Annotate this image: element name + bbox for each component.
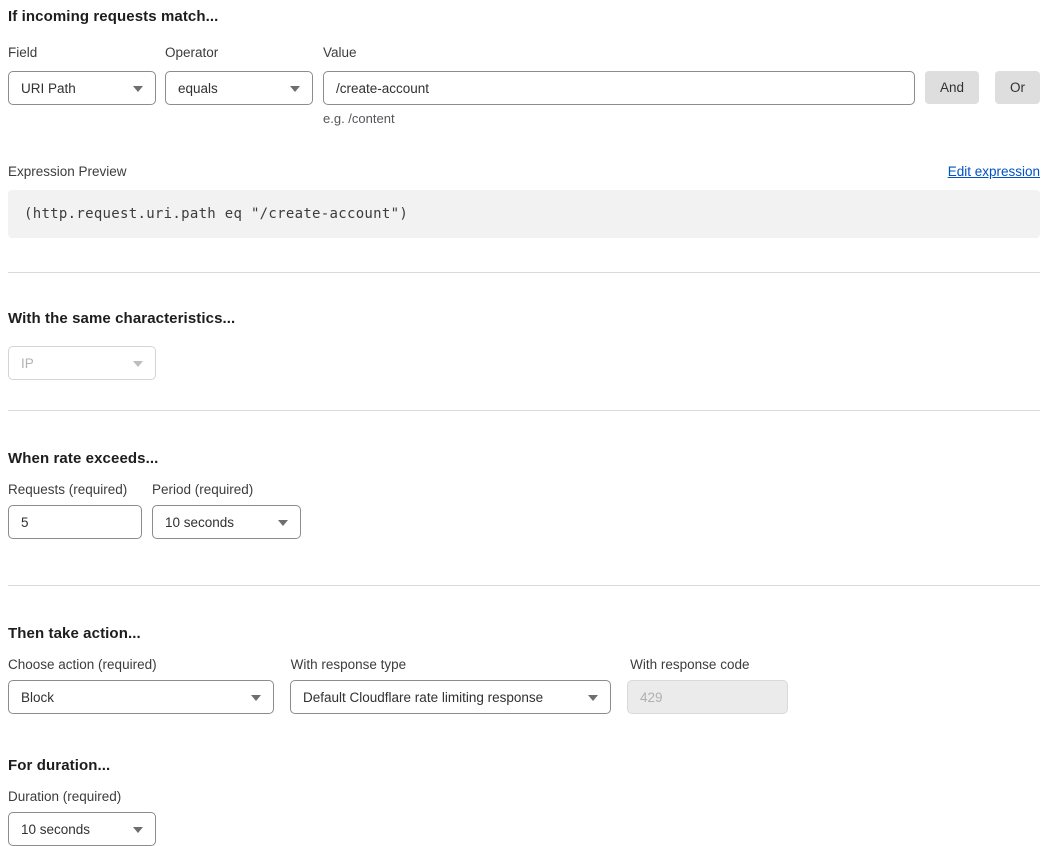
rate-controls-row: 10 seconds — [8, 505, 1040, 539]
response-code-input — [627, 680, 788, 714]
chevron-down-icon — [133, 827, 143, 833]
period-label: Period (required) — [152, 483, 253, 497]
rate-limiting-rule-form: If incoming requests match... Field Oper… — [0, 0, 1048, 846]
or-button[interactable]: Or — [995, 71, 1040, 104]
chevron-down-icon — [251, 695, 261, 701]
duration-select-value: 10 seconds — [21, 822, 90, 837]
duration-select[interactable]: 10 seconds — [8, 812, 156, 846]
characteristic-select-value: IP — [21, 356, 34, 371]
choose-action-select-value: Block — [21, 690, 54, 705]
section-title-duration: For duration... — [8, 757, 1040, 774]
action-controls-row: Block Default Cloudflare rate limiting r… — [8, 680, 1040, 714]
section-rate-exceeds: When rate exceeds... Requests (required)… — [8, 450, 1040, 539]
operator-label: Operator — [165, 46, 313, 60]
value-hint: e.g. /content — [323, 111, 915, 126]
chevron-down-icon — [133, 361, 143, 367]
divider — [8, 585, 1040, 586]
section-title-action: Then take action... — [8, 625, 1040, 642]
period-select[interactable]: 10 seconds — [152, 505, 301, 539]
section-take-action: Then take action... Choose action (requi… — [8, 625, 1040, 714]
chevron-down-icon — [278, 520, 288, 526]
duration-label: Duration (required) — [8, 790, 1040, 804]
chevron-down-icon — [588, 695, 598, 701]
match-controls-row: URI Path equals e.g. /content And Or — [8, 71, 1040, 126]
match-labels-row: Field Operator Value — [8, 46, 1040, 60]
and-button[interactable]: And — [925, 71, 979, 104]
operator-select[interactable]: equals — [165, 71, 313, 105]
divider — [8, 272, 1040, 273]
expression-preview-wrap: (http.request.uri.path eq "/create-accou… — [8, 190, 1040, 238]
choose-action-label: Choose action (required) — [8, 658, 157, 672]
section-title-match: If incoming requests match... — [8, 8, 1040, 25]
field-select[interactable]: URI Path — [8, 71, 156, 105]
response-code-label: With response code — [630, 658, 749, 672]
section-title-rate: When rate exceeds... — [8, 450, 1040, 467]
expression-preview-code: (http.request.uri.path eq "/create-accou… — [8, 190, 1040, 238]
section-incoming-requests-match: If incoming requests match... Field Oper… — [8, 8, 1040, 238]
section-same-characteristics: With the same characteristics... IP — [8, 310, 1040, 380]
operator-select-value: equals — [178, 81, 218, 96]
characteristic-select: IP — [8, 346, 156, 380]
period-select-value: 10 seconds — [165, 515, 234, 530]
requests-label: Requests (required) — [8, 483, 142, 497]
characteristics-controls-row: IP — [8, 346, 1040, 380]
field-select-value: URI Path — [21, 81, 76, 96]
rate-labels-row: Requests (required) Period (required) — [8, 483, 1040, 497]
expression-preview-label: Expression Preview — [8, 165, 127, 179]
action-labels-row: Choose action (required) With response t… — [8, 658, 1040, 672]
divider — [8, 410, 1040, 411]
value-input[interactable] — [323, 71, 915, 105]
response-type-select[interactable]: Default Cloudflare rate limiting respons… — [290, 680, 611, 714]
requests-input[interactable] — [8, 505, 142, 539]
value-label: Value — [323, 46, 357, 60]
field-label: Field — [8, 46, 156, 60]
expression-preview-header: Expression Preview Edit expression — [8, 164, 1040, 179]
response-type-label: With response type — [291, 658, 407, 672]
chevron-down-icon — [133, 86, 143, 92]
section-title-characteristics: With the same characteristics... — [8, 310, 1040, 327]
edit-expression-link[interactable]: Edit expression — [948, 164, 1040, 179]
value-column: e.g. /content — [323, 71, 915, 126]
response-type-select-value: Default Cloudflare rate limiting respons… — [303, 690, 543, 705]
choose-action-select[interactable]: Block — [8, 680, 274, 714]
chevron-down-icon — [290, 86, 300, 92]
section-for-duration: For duration... Duration (required) 10 s… — [8, 757, 1040, 846]
